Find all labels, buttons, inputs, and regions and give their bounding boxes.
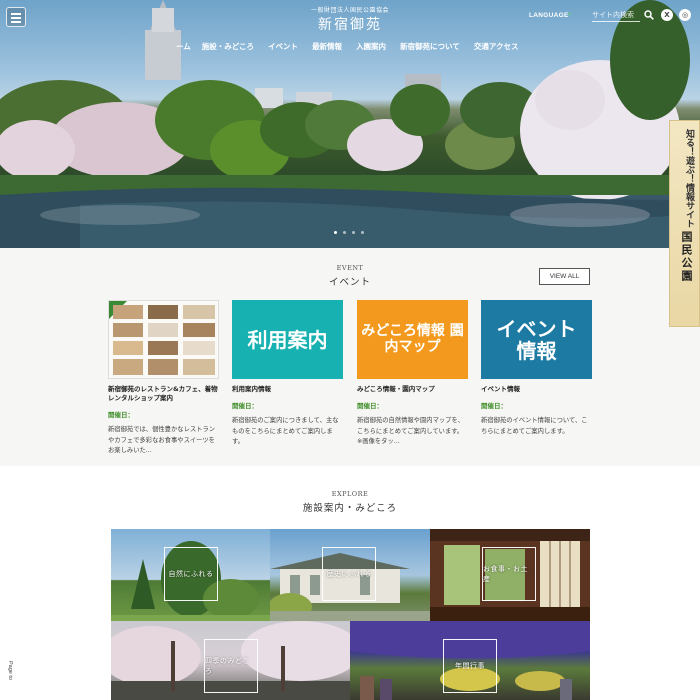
tile-label: 歴史にふれる	[322, 547, 376, 601]
instagram-icon[interactable]: ◎	[679, 9, 691, 21]
event-card-title: 新宿御苑のレストラン&カフェ、着物レンタルショップ案内	[108, 385, 218, 402]
event-heading-en: EVENT	[336, 264, 364, 272]
explore-heading-en: EXPLORE	[331, 490, 369, 498]
view-all-button[interactable]: VIEW ALL	[539, 268, 590, 285]
tile-label: 四季のみどころ	[204, 639, 258, 693]
global-nav: ーム 施設・みどころ イベント 最新情報 入園案内 新宿御苑について 交通アクセ…	[176, 41, 518, 52]
nav-item-events[interactable]: イベント	[268, 41, 298, 52]
event-card-desc: 新宿御苑のイベント情報について、こちらにまとめてご案内します。	[481, 417, 588, 435]
event-card[interactable]: 利用案内 利用案内情報 開催日： 新宿御苑のご案内につきまして、主なものをこちら…	[232, 300, 343, 448]
nav-item-about[interactable]: 新宿御苑について	[400, 41, 460, 52]
event-card-desc: 新宿御苑のご案内につきまして、主なものをこちらにまとめてご案内します。	[232, 417, 339, 445]
event-card-date: 開催日：	[357, 402, 383, 410]
tile-label: 年間行事	[443, 639, 497, 693]
slide-dot[interactable]	[343, 231, 346, 234]
tile-annual-events[interactable]: 年間行事	[350, 621, 590, 700]
slide-dot[interactable]	[361, 231, 364, 234]
event-card-desc: 新宿御苑では、個性豊かなレストランやカフェで多彩なお食事やスイーツをお楽しみいた…	[108, 426, 216, 454]
thumbnail-text: みどころ情報 園内マップ	[357, 300, 468, 379]
nav-item-access[interactable]: 交通アクセス	[474, 41, 519, 52]
event-heading-jp: イベント	[328, 277, 371, 288]
event-card-thumbnail: みどころ情報 園内マップ	[357, 300, 468, 379]
tile-history[interactable]: 歴史にふれる	[270, 529, 430, 621]
event-card-date: 開催日：	[481, 402, 507, 410]
x-social-icon[interactable]: X	[661, 9, 673, 21]
event-card-date: 開催日：	[108, 411, 134, 419]
tile-seasons[interactable]: 四季のみどころ	[111, 621, 350, 700]
event-card[interactable]: イベント 情報 イベント情報 開催日： 新宿御苑のイベント情報について、こちらに…	[481, 300, 592, 437]
page-top-link[interactable]: Page to	[7, 661, 13, 680]
site-header: 一般財団法人国民公園協会 新宿御苑 LANGUAGE ▾ X ◎	[0, 0, 700, 34]
restaurant-guide-thumbnail	[108, 300, 219, 379]
event-card[interactable]: 新宿御苑のレストラン&カフェ、着物レンタルショップ案内 開催日： 新宿御苑では、…	[108, 300, 219, 457]
slide-dot[interactable]	[334, 231, 337, 234]
language-selector[interactable]: LANGUAGE	[529, 12, 569, 19]
tile-label: お食事・お土産	[482, 547, 536, 601]
event-card-title: みどころ情報・園内マップ	[357, 385, 435, 393]
event-card-thumbnail: 利用案内	[232, 300, 343, 379]
tile-nature[interactable]: 自然にふれる	[111, 529, 270, 621]
hero-garden-image	[0, 0, 700, 248]
tile-dining[interactable]: お食事・お土産	[430, 529, 590, 621]
event-card-title: イベント情報	[481, 385, 520, 393]
nav-item-facilities[interactable]: 施設・みどころ	[202, 41, 254, 52]
slide-dot[interactable]	[352, 231, 355, 234]
nav-item-admission[interactable]: 入園案内	[356, 41, 386, 52]
thumbnail-text: イベント 情報	[481, 300, 592, 379]
event-card-title: 利用案内情報	[232, 385, 271, 393]
hero-slideshow: 一般財団法人国民公園協会 新宿御苑 LANGUAGE ▾ X ◎ ーム 施設・み…	[0, 0, 700, 248]
event-card-thumbnail: イベント 情報	[481, 300, 592, 379]
explore-heading-jp: 施設案内・みどころ	[302, 503, 398, 514]
explore-tile-grid: 自然にふれる 歴史にふれる お食事・お土産 四季のみどころ 年間行事	[111, 529, 590, 700]
chevron-down-icon[interactable]: ▾	[568, 11, 571, 18]
event-card[interactable]: みどころ情報 園内マップ みどころ情報・園内マップ 開催日： 新宿御苑の自然情報…	[357, 300, 468, 448]
nav-item-news[interactable]: 最新情報	[312, 41, 342, 52]
nav-item-home[interactable]: ーム	[176, 41, 191, 52]
search-icon[interactable]	[644, 10, 654, 20]
thumbnail-text: 利用案内	[232, 300, 343, 379]
tile-label: 自然にふれる	[164, 547, 218, 601]
kokumin-koen-side-banner[interactable]: 知る！遊ぶ！情報サイト 国民公園	[669, 120, 700, 327]
slide-pagination	[334, 231, 364, 234]
side-banner-tagline: 知る！遊ぶ！情報サイト	[684, 129, 694, 228]
event-card-date: 開催日：	[232, 402, 258, 410]
explore-section-heading: EXPLORE 施設案内・みどころ	[0, 490, 700, 514]
event-section-heading: EVENT イベント	[0, 264, 700, 288]
search-input[interactable]	[592, 9, 640, 22]
event-card-desc: 新宿御苑の自然情報や園内マップを、こちらにまとめてご案内しています。※画像をタッ…	[357, 417, 465, 445]
